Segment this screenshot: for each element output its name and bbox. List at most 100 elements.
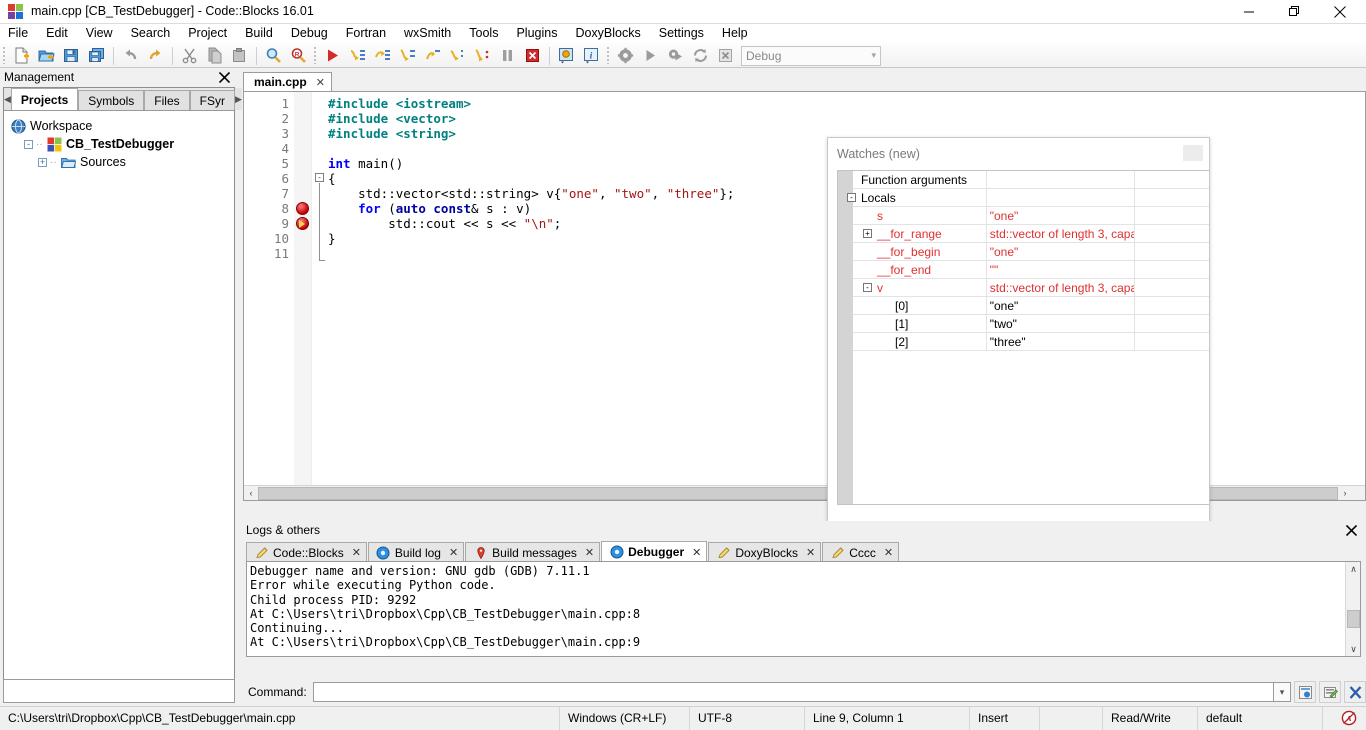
log-tab-doxyblocks[interactable]: DoxyBlocks ✕	[708, 542, 822, 562]
toolbar-grip-debug[interactable]	[311, 43, 320, 68]
watch-row[interactable]: s "one"	[853, 207, 1209, 225]
maximize-button[interactable]	[1272, 0, 1317, 23]
watch-row[interactable]: + __for_range std::vector of length 3, cap…	[853, 225, 1209, 243]
tabstrip-scroll-right-icon[interactable]: ▶	[234, 88, 242, 110]
next-instruction-icon[interactable]	[445, 43, 470, 68]
debug-continue-icon[interactable]	[320, 43, 345, 68]
breakpoint-gutter[interactable]	[294, 92, 312, 500]
tree-item-workspace[interactable]: Workspace	[10, 117, 234, 135]
menu-item-tools[interactable]: Tools	[460, 24, 507, 43]
watches-grid[interactable]: Function arguments - Locals s "one" + __for_ra…	[837, 170, 1209, 505]
vscroll-thumb[interactable]	[1347, 610, 1360, 628]
toolbar-grip-main[interactable]	[0, 43, 9, 68]
management-close-icon[interactable]	[216, 69, 232, 85]
log-tab-build-log[interactable]: Build log ✕	[367, 542, 465, 562]
hscroll-right-arrow-icon[interactable]: ›	[1338, 486, 1352, 501]
watch-expander-expand-icon[interactable]: +	[863, 229, 872, 238]
menu-item-view[interactable]: View	[77, 24, 122, 43]
close-button[interactable]	[1317, 0, 1362, 23]
save-icon[interactable]	[59, 43, 84, 68]
various-info-icon[interactable]: i	[579, 43, 604, 68]
management-tab-files[interactable]: Files	[144, 90, 190, 110]
tree-item-sources[interactable]: + ·· Sources	[10, 153, 234, 171]
debugger-full-log-button[interactable]	[1319, 681, 1341, 703]
open-file-icon[interactable]	[34, 43, 59, 68]
abort-icon[interactable]	[713, 43, 738, 68]
run-to-cursor-icon[interactable]	[345, 43, 370, 68]
find-icon[interactable]	[261, 43, 286, 68]
management-tab-projects[interactable]: Projects	[10, 88, 79, 110]
watch-row[interactable]: __for_begin "one"	[853, 243, 1209, 261]
stop-debugger-icon[interactable]	[520, 43, 545, 68]
watch-expander-collapse-icon[interactable]: -	[863, 283, 872, 292]
log-tab-close-icon[interactable]: ✕	[449, 546, 458, 559]
save-all-icon[interactable]	[84, 43, 109, 68]
log-tab-close-icon[interactable]: ✕	[352, 546, 361, 559]
watch-expander-collapse-icon[interactable]: -	[847, 193, 856, 202]
command-history-dropdown[interactable]: ▾	[1274, 682, 1291, 702]
management-tab-fsyr[interactable]: FSyr	[189, 90, 235, 110]
menu-item-build[interactable]: Build	[236, 24, 282, 43]
step-into-icon[interactable]	[395, 43, 420, 68]
log-tab-code-blocks[interactable]: Code::Blocks ✕	[246, 542, 367, 562]
debugging-windows-icon[interactable]	[554, 43, 579, 68]
vscroll-down-arrow-icon[interactable]: ∨	[1346, 642, 1360, 656]
logs-vscrollbar[interactable]: ∧ ∨	[1345, 562, 1360, 656]
menu-item-doxyblocks[interactable]: DoxyBlocks	[566, 24, 649, 43]
vscroll-up-arrow-icon[interactable]: ∧	[1346, 562, 1360, 576]
menu-item-file[interactable]: File	[0, 24, 37, 43]
minimize-button[interactable]	[1227, 0, 1272, 23]
log-tab-debugger[interactable]: Debugger ✕	[601, 541, 708, 562]
rebuild-icon[interactable]	[688, 43, 713, 68]
undo-icon[interactable]	[118, 43, 143, 68]
run-icon[interactable]	[638, 43, 663, 68]
tabstrip-scroll-left-icon[interactable]: ◀	[4, 88, 11, 110]
new-file-icon[interactable]	[9, 43, 34, 68]
tree-expander-expand-icon[interactable]: +	[38, 157, 47, 167]
next-line-icon[interactable]	[370, 43, 395, 68]
command-input-wrap[interactable]	[312, 682, 1274, 702]
build-and-run-icon[interactable]	[663, 43, 688, 68]
menu-item-settings[interactable]: Settings	[650, 24, 713, 43]
build-icon[interactable]	[613, 43, 638, 68]
menu-item-fortran[interactable]: Fortran	[337, 24, 395, 43]
log-tab-close-icon[interactable]: ✕	[884, 546, 893, 559]
debugger-log-button[interactable]	[1294, 681, 1316, 703]
logs-close-icon[interactable]	[1344, 523, 1358, 537]
log-tab-close-icon[interactable]: ✕	[692, 546, 701, 559]
log-tab-build-messages[interactable]: Build messages ✕	[465, 542, 601, 562]
redo-icon[interactable]	[143, 43, 168, 68]
clear-log-button[interactable]	[1344, 681, 1366, 703]
replace-icon[interactable]: R	[286, 43, 311, 68]
editor-tab-main-cpp[interactable]: main.cpp ✕	[243, 72, 332, 92]
menu-item-wxsmith[interactable]: wxSmith	[395, 24, 460, 43]
step-into-instruction-icon[interactable]	[470, 43, 495, 68]
fold-collapse-icon[interactable]: -	[315, 173, 324, 182]
menu-item-search[interactable]: Search	[122, 24, 180, 43]
management-tab-symbols[interactable]: Symbols	[78, 90, 145, 110]
watches-minimize-button[interactable]	[1183, 145, 1203, 161]
menu-item-plugins[interactable]: Plugins	[507, 24, 566, 43]
fold-gutter[interactable]: -	[312, 92, 328, 500]
tree-expander-collapse-icon[interactable]: -	[24, 139, 33, 149]
breakpoint-icon[interactable]	[296, 202, 309, 215]
watch-row[interactable]: - v std::vector of length 3, capaci	[853, 279, 1209, 297]
watches-titlebar[interactable]: Watches (new)	[828, 138, 1209, 169]
log-tab-close-icon[interactable]: ✕	[585, 546, 594, 559]
watch-row[interactable]: [0] "one"	[853, 297, 1209, 315]
command-input[interactable]	[316, 684, 1270, 700]
watch-row[interactable]: Function arguments	[853, 171, 1209, 189]
toolbar-grip-build[interactable]	[604, 43, 613, 68]
log-tab-cccc[interactable]: Cccc ✕	[822, 542, 900, 562]
watch-row[interactable]: __for_end ""	[853, 261, 1209, 279]
menu-item-help[interactable]: Help	[713, 24, 757, 43]
step-out-icon[interactable]	[420, 43, 445, 68]
hscroll-left-arrow-icon[interactable]: ‹	[244, 486, 258, 501]
watch-row[interactable]: [1] "two"	[853, 315, 1209, 333]
copy-icon[interactable]	[202, 43, 227, 68]
watch-row[interactable]: [2] "three"	[853, 333, 1209, 351]
log-tab-close-icon[interactable]: ✕	[806, 546, 815, 559]
menu-item-debug[interactable]: Debug	[282, 24, 337, 43]
paste-icon[interactable]	[227, 43, 252, 68]
instruction-pointer-icon[interactable]	[296, 217, 309, 230]
